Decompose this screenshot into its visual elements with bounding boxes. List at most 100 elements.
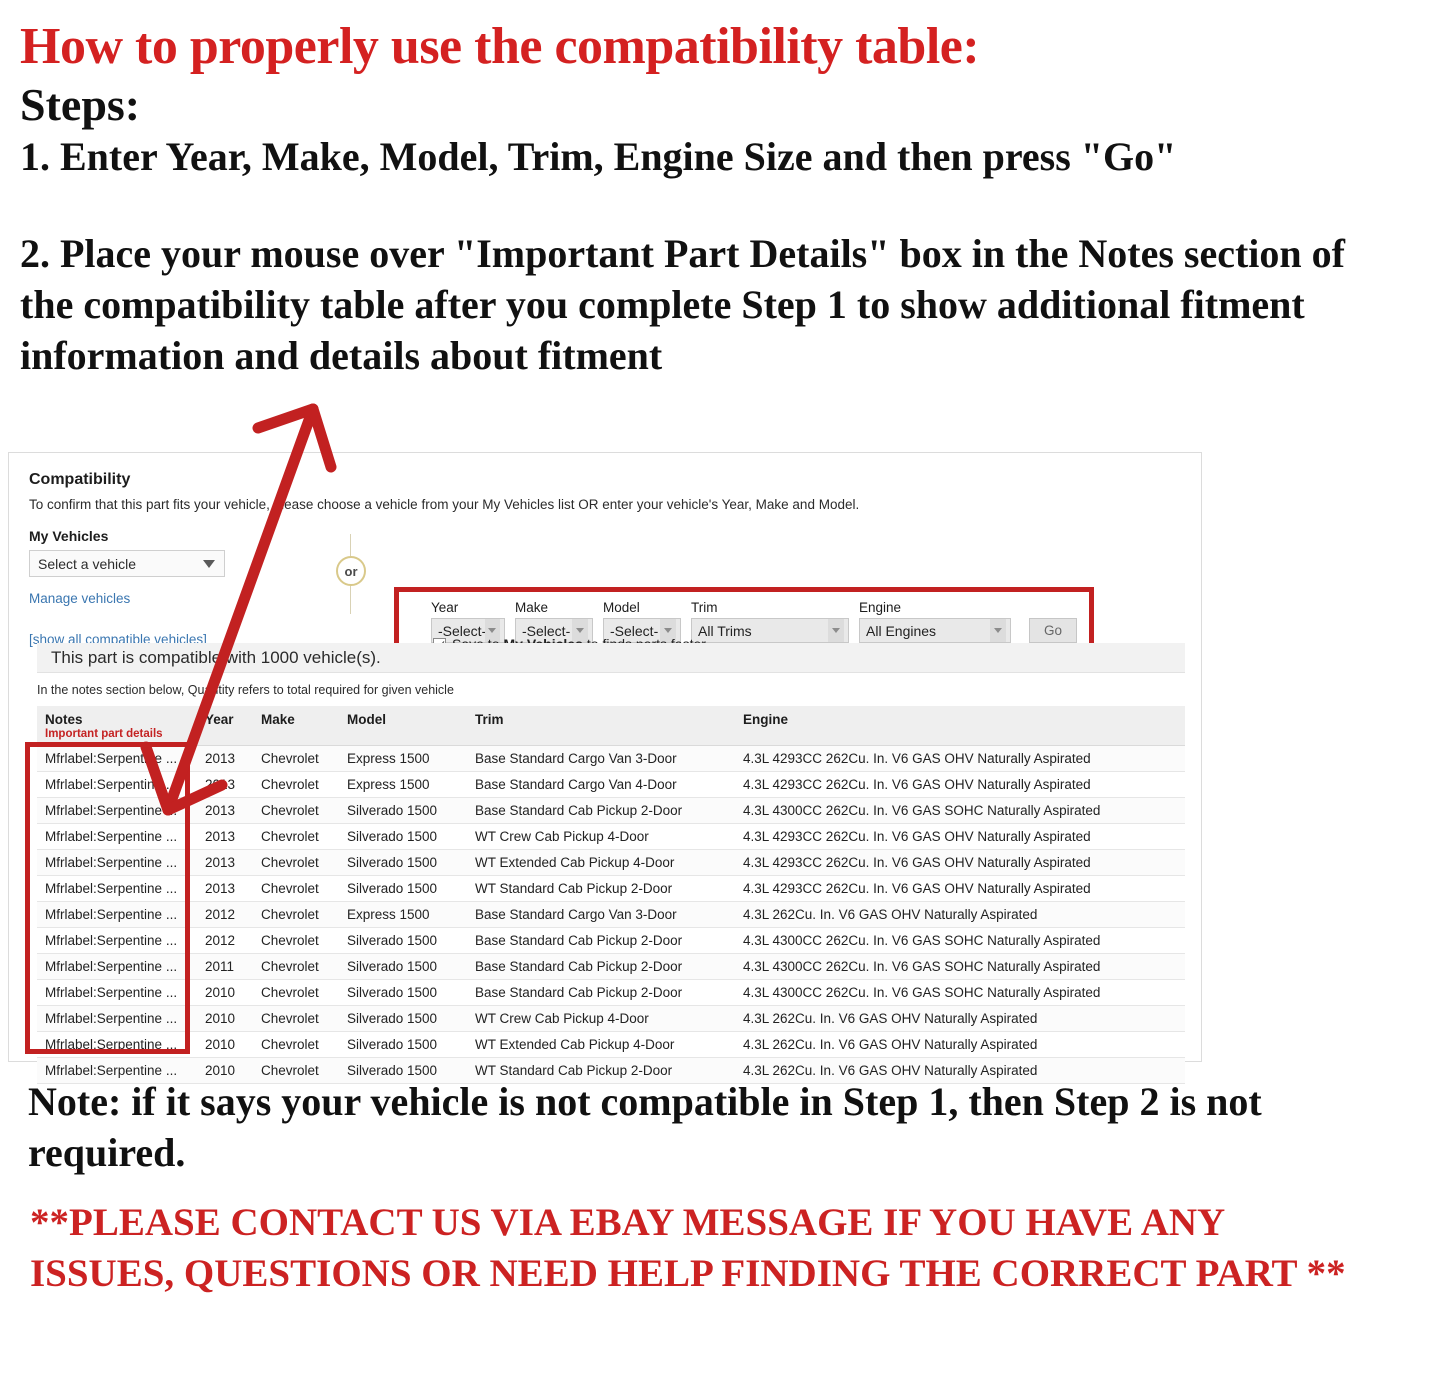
chevron-down-icon bbox=[990, 619, 1006, 642]
cell-engine: 4.3L 4293CC 262Cu. In. V6 GAS OHV Natura… bbox=[735, 771, 1185, 798]
compatibility-banner: This part is compatible with 1000 vehicl… bbox=[37, 643, 1185, 673]
cell-trim: Base Standard Cargo Van 3-Door bbox=[467, 901, 735, 928]
cell-notes[interactable]: Mfrlabel:Serpentine ... bbox=[37, 745, 197, 772]
column-header-engine[interactable]: Engine bbox=[735, 706, 1185, 746]
bottom-note-text: Note: if it says your vehicle is not com… bbox=[28, 1079, 1262, 1176]
selector-engine: Engine All Engines bbox=[859, 600, 1011, 643]
column-header-notes-label: Notes bbox=[45, 712, 83, 727]
cell-make: Chevrolet bbox=[253, 901, 339, 928]
cell-trim: WT Standard Cab Pickup 2-Door bbox=[467, 875, 735, 902]
cell-trim: WT Crew Cab Pickup 4-Door bbox=[467, 1005, 735, 1032]
cell-notes[interactable]: Mfrlabel:Serpentine ... bbox=[37, 927, 197, 954]
cell-engine: 4.3L 4300CC 262Cu. In. V6 GAS SOHC Natur… bbox=[735, 979, 1185, 1006]
cell-engine: 4.3L 4293CC 262Cu. In. V6 GAS OHV Natura… bbox=[735, 875, 1185, 902]
cell-model: Silverado 1500 bbox=[339, 1031, 467, 1058]
steps-label: Steps: bbox=[20, 78, 141, 130]
compatibility-heading: Compatibility bbox=[29, 471, 131, 488]
step-1-text: 1. Enter Year, Make, Model, Trim, Engine… bbox=[20, 133, 1177, 179]
compatibility-subheading: To confirm that this part fits your vehi… bbox=[29, 497, 860, 512]
selector-trim-dropdown[interactable]: All Trims bbox=[691, 618, 849, 643]
cell-engine: 4.3L 262Cu. In. V6 GAS OHV Naturally Asp… bbox=[735, 1031, 1185, 1058]
cell-model: Express 1500 bbox=[339, 771, 467, 798]
or-divider-label: or bbox=[336, 556, 366, 586]
selector-trim: Trim All Trims bbox=[691, 600, 849, 643]
column-header-trim[interactable]: Trim bbox=[467, 706, 735, 746]
table-row: Mfrlabel:Serpentine ... 2010 Chevrolet Silv… bbox=[37, 979, 1185, 1006]
cell-make: Chevrolet bbox=[253, 1031, 339, 1058]
cell-year: 2013 bbox=[197, 797, 253, 824]
selector-engine-label: Engine bbox=[859, 600, 902, 615]
cell-make: Chevrolet bbox=[253, 953, 339, 980]
table-row: Mfrlabel:Serpentine ... 2013 Chevrolet Expr… bbox=[37, 745, 1185, 772]
table-row: Mfrlabel:Serpentine ... 2013 Chevrolet Silv… bbox=[37, 875, 1185, 902]
column-header-model[interactable]: Model bbox=[339, 706, 467, 746]
chevron-down-icon bbox=[828, 619, 844, 642]
cell-trim: Base Standard Cab Pickup 2-Door bbox=[467, 927, 735, 954]
table-row: Mfrlabel:Serpentine ... 2013 Chevrolet Silv… bbox=[37, 823, 1185, 850]
table-row: Mfrlabel:Serpentine ... 2012 Chevrolet Silv… bbox=[37, 927, 1185, 954]
cell-make: Chevrolet bbox=[253, 1005, 339, 1032]
cell-notes[interactable]: Mfrlabel:Serpentine ... bbox=[37, 875, 197, 902]
step-2-text: 2. Place your mouse over "Important Part… bbox=[20, 230, 1345, 379]
cell-year: 2010 bbox=[197, 1031, 253, 1058]
cell-trim: Base Standard Cargo Van 4-Door bbox=[467, 771, 735, 798]
cell-engine: 4.3L 4300CC 262Cu. In. V6 GAS SOHC Natur… bbox=[735, 953, 1185, 980]
cell-notes[interactable]: Mfrlabel:Serpentine ... bbox=[37, 1031, 197, 1058]
cell-notes[interactable]: Mfrlabel:Serpentine ... bbox=[37, 901, 197, 928]
instructions-block: How to properly use the compatibility ta… bbox=[0, 0, 1445, 381]
go-button[interactable]: Go bbox=[1029, 618, 1077, 643]
selector-engine-dropdown[interactable]: All Engines bbox=[859, 618, 1011, 643]
cell-trim: Base Standard Cab Pickup 2-Door bbox=[467, 979, 735, 1006]
cell-engine: 4.3L 262Cu. In. V6 GAS OHV Naturally Asp… bbox=[735, 901, 1185, 928]
cell-year: 2012 bbox=[197, 927, 253, 954]
compatibility-panel: Compatibility To confirm that this part … bbox=[8, 452, 1202, 1084]
my-vehicles-select-value: Select a vehicle bbox=[38, 555, 137, 572]
cell-engine: 4.3L 262Cu. In. V6 GAS OHV Naturally Asp… bbox=[735, 1005, 1185, 1032]
selector-model-label: Model bbox=[603, 600, 640, 615]
my-vehicles-select[interactable]: Select a vehicle bbox=[29, 550, 225, 577]
fitment-table-body: Mfrlabel:Serpentine ... 2013 Chevrolet Expr… bbox=[37, 745, 1185, 1084]
table-row: Mfrlabel:Serpentine ... 2010 Chevrolet Silv… bbox=[37, 1031, 1185, 1058]
cell-trim: Base Standard Cargo Van 3-Door bbox=[467, 745, 735, 772]
cell-year: 2010 bbox=[197, 979, 253, 1006]
table-row: Mfrlabel:Serpentine ... 2013 Chevrolet Silv… bbox=[37, 849, 1185, 876]
selector-engine-value: All Engines bbox=[866, 622, 937, 639]
manage-vehicles-link[interactable]: Manage vehicles bbox=[29, 591, 259, 606]
cell-engine: 4.3L 4300CC 262Cu. In. V6 GAS SOHC Natur… bbox=[735, 797, 1185, 824]
cell-engine: 4.3L 4300CC 262Cu. In. V6 GAS SOHC Natur… bbox=[735, 927, 1185, 954]
chevron-down-icon bbox=[203, 559, 215, 568]
contact-us-text: **PLEASE CONTACT US VIA EBAY MESSAGE IF … bbox=[30, 1201, 1346, 1295]
cell-make: Chevrolet bbox=[253, 771, 339, 798]
cell-notes[interactable]: Mfrlabel:Serpentine ... bbox=[37, 953, 197, 980]
table-row: Mfrlabel:Serpentine ... 2013 Chevrolet Silv… bbox=[37, 797, 1185, 824]
cell-year: 2010 bbox=[197, 1005, 253, 1032]
cell-notes[interactable]: Mfrlabel:Serpentine ... bbox=[37, 979, 197, 1006]
column-header-year[interactable]: Year bbox=[197, 706, 253, 746]
cell-notes[interactable]: Mfrlabel:Serpentine ... bbox=[37, 1005, 197, 1032]
cell-engine: 4.3L 4293CC 262Cu. In. V6 GAS OHV Natura… bbox=[735, 849, 1185, 876]
cell-trim: WT Crew Cab Pickup 4-Door bbox=[467, 823, 735, 850]
cell-model: Silverado 1500 bbox=[339, 1005, 467, 1032]
cell-trim: WT Extended Cab Pickup 4-Door bbox=[467, 1031, 735, 1058]
cell-model: Silverado 1500 bbox=[339, 797, 467, 824]
cell-engine: 4.3L 4293CC 262Cu. In. V6 GAS OHV Natura… bbox=[735, 745, 1185, 772]
cell-notes[interactable]: Mfrlabel:Serpentine ... bbox=[37, 849, 197, 876]
cell-model: Express 1500 bbox=[339, 901, 467, 928]
fitment-table-head: Notes Important part details Year Make M… bbox=[37, 706, 1185, 746]
cell-year: 2013 bbox=[197, 849, 253, 876]
cell-model: Express 1500 bbox=[339, 745, 467, 772]
column-header-make[interactable]: Make bbox=[253, 706, 339, 746]
cell-model: Silverado 1500 bbox=[339, 849, 467, 876]
table-header-row: Notes Important part details Year Make M… bbox=[37, 706, 1185, 746]
cell-notes[interactable]: Mfrlabel:Serpentine ... bbox=[37, 823, 197, 850]
selector-year-label: Year bbox=[431, 600, 459, 615]
cell-notes[interactable]: Mfrlabel:Serpentine ... bbox=[37, 797, 197, 824]
important-part-details-label[interactable]: Important part details bbox=[45, 728, 189, 740]
cell-year: 2013 bbox=[197, 771, 253, 798]
column-header-notes[interactable]: Notes Important part details bbox=[37, 706, 197, 746]
table-row: Mfrlabel:Serpentine ... 2013 Chevrolet Expr… bbox=[37, 771, 1185, 798]
cell-notes[interactable]: Mfrlabel:Serpentine ... bbox=[37, 771, 197, 798]
table-row: Mfrlabel:Serpentine ... 2011 Chevrolet Silv… bbox=[37, 953, 1185, 980]
cell-make: Chevrolet bbox=[253, 927, 339, 954]
page-title: How to properly use the compatibility ta… bbox=[20, 18, 980, 75]
